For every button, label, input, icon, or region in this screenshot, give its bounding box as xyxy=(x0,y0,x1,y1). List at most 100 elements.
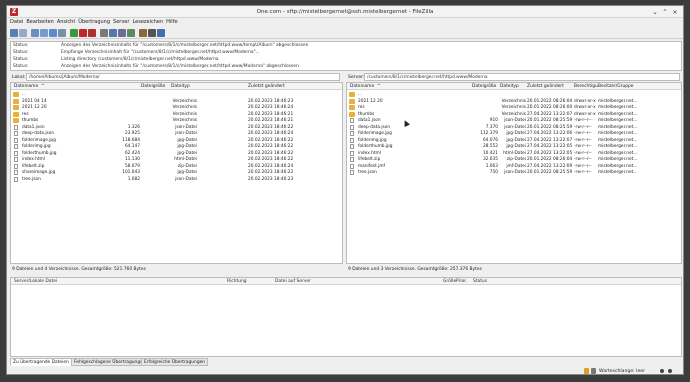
file-icon xyxy=(14,137,18,143)
maximize-icon[interactable]: ⌃ xyxy=(661,8,669,16)
menu-item-6[interactable]: Hilfe xyxy=(166,18,177,27)
toolbar xyxy=(7,27,683,39)
col-priority[interactable]: Prior. xyxy=(456,278,467,285)
title-bar: Z One.com - sftp://mistelbergernet@ssh.m… xyxy=(7,6,683,18)
log-label: Status: xyxy=(13,43,29,48)
menu-item-0[interactable]: Datei xyxy=(10,18,23,27)
file-icon xyxy=(14,176,18,182)
search-icon[interactable] xyxy=(148,29,156,37)
message-log[interactable]: Status: Anzeigen des Verzeichnisinhalts f… xyxy=(10,41,682,71)
menu-bar: Datei Bearbeiten Ansicht Übertragung Server L… xyxy=(7,18,683,27)
status-bar: Warteschlange: leer xyxy=(7,367,683,374)
transfer-led-icon xyxy=(668,369,672,373)
remote-path-label: Server: xyxy=(348,75,365,80)
file-icon xyxy=(14,170,18,175)
log-text: Listing directory /customers/8/1/c/miste… xyxy=(61,57,219,62)
file-icon xyxy=(14,124,18,130)
local-path-label: Lokal: xyxy=(12,75,26,80)
cell-modified: 20.01.2022 08:25:59 xyxy=(527,170,573,175)
menu-item-2[interactable]: Ansicht xyxy=(57,18,75,27)
menu-item-5[interactable]: Lesezeichen xyxy=(132,18,163,27)
folder-icon xyxy=(349,111,355,117)
col-filename[interactable]: Dateiname xyxy=(14,83,38,90)
server-icon xyxy=(591,368,596,374)
window-title: One.com - sftp://mistelbergernet@ssh.mis… xyxy=(256,9,434,15)
sync-browse-icon[interactable] xyxy=(139,29,147,37)
file-icon xyxy=(14,131,18,136)
refresh-icon[interactable] xyxy=(70,29,78,37)
menu-item-3[interactable]: Übertragung xyxy=(78,18,110,27)
compare-icon[interactable] xyxy=(127,29,135,37)
cell-type: json-Datei xyxy=(504,170,526,175)
col-filename[interactable]: Dateiname xyxy=(350,83,374,90)
local-list-header: Dateiname ^ Dateigröße Dateityp Zuletzt … xyxy=(11,83,342,90)
file-icon xyxy=(350,137,354,143)
remote-path-input[interactable]: /customers/8/1/c/mistelberger.net/httpd.… xyxy=(364,73,680,81)
reconnect-icon[interactable] xyxy=(109,29,117,37)
cell-type: json-Datei xyxy=(175,176,197,182)
cancel-icon[interactable] xyxy=(88,29,96,37)
cell-name: tree.json xyxy=(22,176,41,182)
file-icon xyxy=(350,144,354,149)
minimize-icon[interactable]: ⌄ xyxy=(651,8,659,16)
tab-queued-files[interactable]: Zu übertragende Dateien xyxy=(10,358,72,366)
cell-name: tree.json xyxy=(358,170,377,175)
queue-header: Server/Lokale Datei Richtung Datei auf S… xyxy=(11,278,681,285)
filter-icon[interactable] xyxy=(118,29,126,37)
log-label: Status: xyxy=(13,50,29,55)
file-row[interactable]: tree.json 1.082 json-Datei 20.02.2023 18:46… xyxy=(11,176,342,183)
folder-icon xyxy=(349,105,355,110)
binoculars-icon[interactable] xyxy=(157,29,165,37)
local-tree-icon[interactable] xyxy=(40,29,48,37)
menu-item-1[interactable]: Bearbeiten xyxy=(26,18,53,27)
lock-icon xyxy=(584,368,589,374)
cell-size: 750 xyxy=(489,170,498,175)
tab-failed-transfers[interactable]: Fehlgeschlagene Übertragungen xyxy=(71,358,149,366)
dir-tree-toggle-icon[interactable] xyxy=(31,29,39,37)
close-icon[interactable]: × xyxy=(671,8,679,16)
file-icon xyxy=(350,124,354,130)
queue-status-label: Warteschlange: leer xyxy=(599,369,645,374)
file-icon xyxy=(350,170,354,175)
local-file-list[interactable]: Dateiname ^ Dateigröße Dateityp Zuletzt … xyxy=(10,82,343,264)
col-direction[interactable]: Richtung xyxy=(227,278,247,285)
col-filesize[interactable]: Dateigröße xyxy=(472,83,496,90)
log-toggle-icon[interactable] xyxy=(19,29,27,37)
folder-icon xyxy=(13,98,19,104)
disconnect-icon[interactable] xyxy=(100,29,108,37)
tab-successful-transfers[interactable]: Erfolgreiche Übertragungen xyxy=(141,358,209,366)
cell-owner: mistelberger.net... xyxy=(598,170,638,175)
remote-file-list[interactable]: Dateiname ^ Dateigröße Dateityp Zuletzt … xyxy=(346,82,682,264)
file-icon xyxy=(350,131,354,136)
sort-up-icon: ^ xyxy=(377,84,381,89)
file-icon xyxy=(350,157,354,162)
log-line: Status: Anzeigen des Verzeichnisinhalts f… xyxy=(13,64,299,70)
sort-up-icon: ^ xyxy=(41,84,45,89)
col-remote-file[interactable]: Datei auf Server xyxy=(275,278,311,285)
process-queue-icon[interactable] xyxy=(79,29,87,37)
transfer-queue[interactable]: Server/Lokale Datei Richtung Datei auf S… xyxy=(10,277,682,357)
col-size[interactable]: Größe xyxy=(443,278,456,285)
col-filetype[interactable]: Dateityp xyxy=(171,83,190,90)
col-modified[interactable]: Zuletzt geändert xyxy=(527,83,564,90)
site-manager-icon[interactable] xyxy=(10,29,18,37)
cell-size: 1.082 xyxy=(127,176,140,182)
folder-icon xyxy=(13,92,19,97)
folder-icon xyxy=(13,111,19,117)
col-local-file[interactable]: Server/Lokale Datei xyxy=(14,278,57,285)
log-label: Status: xyxy=(13,57,29,62)
queue-toggle-icon[interactable] xyxy=(58,29,66,37)
folder-icon xyxy=(13,118,19,123)
col-permissions[interactable]: Berechtigu xyxy=(574,83,598,90)
col-filetype[interactable]: Dateityp xyxy=(500,83,519,90)
col-status[interactable]: Status xyxy=(473,278,487,285)
file-row[interactable]: tree.json 750 json-Datei 20.01.2022 08:25:5… xyxy=(347,169,681,176)
remote-tree-icon[interactable] xyxy=(49,29,57,37)
log-label: Status: xyxy=(13,64,29,69)
menu-item-4[interactable]: Server xyxy=(113,18,129,27)
col-filesize[interactable]: Dateigröße xyxy=(141,83,165,90)
file-icon xyxy=(14,144,18,149)
local-path-input[interactable]: /home/Albums/jAlbum/Moderna/ xyxy=(26,73,340,81)
col-modified[interactable]: Zuletzt geändert xyxy=(248,83,285,90)
col-owner[interactable]: Besitzer/Gruppe xyxy=(598,83,634,90)
